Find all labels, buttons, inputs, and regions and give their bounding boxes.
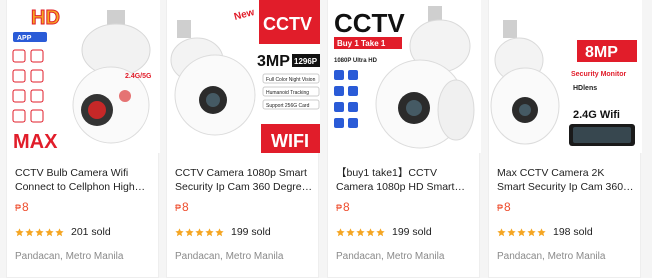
sold-count: 199 sold [231,226,271,238]
product-title[interactable]: Max CCTV Camera 2K Smart Security Ip Cam… [497,166,635,194]
shop-location: Pandacan, Metro Manila [497,251,606,262]
product-title[interactable]: CCTV Bulb Camera Wifi Connect to Cellpho… [15,166,153,194]
star-rating [15,227,65,237]
sold-count: 198 sold [553,226,593,238]
rating-row: 199 sold [336,226,432,238]
product-title[interactable]: CCTV Camera 1080p Smart Security Ip Cam … [175,166,313,194]
svg-text:Buy 1 Take 1: Buy 1 Take 1 [337,39,386,48]
star-icon [195,227,204,237]
star-rating [336,227,386,237]
star-icon [527,227,536,237]
svg-text:Humanoid Tracking: Humanoid Tracking [266,90,309,96]
svg-text:1080P Ultra HD: 1080P Ultra HD [334,58,378,64]
star-icon [175,227,184,237]
star-icon [346,227,355,237]
svg-text:Security Monitor: Security Monitor [571,71,627,78]
svg-text:CCTV: CCTV [263,14,312,34]
product-image[interactable]: CCTV Buy 1 Take 1 1080P Ultra HD [328,0,481,153]
star-rating [175,227,225,237]
star-icon [55,227,64,237]
shop-location: Pandacan, Metro Manila [15,251,124,262]
star-icon [507,227,516,237]
svg-text:2.4G/5G: 2.4G/5G [125,73,152,80]
rating-row: 198 sold [497,226,593,238]
svg-text:1296P: 1296P [294,57,318,66]
star-icon [215,227,224,237]
star-icon [205,227,214,237]
svg-text:APP: APP [17,35,32,42]
shop-location: Pandacan, Metro Manila [336,251,445,262]
rating-row: 201 sold [15,226,111,238]
hd-badge: HD [31,7,60,29]
product-card[interactable]: 8MP Security Monitor HDlens 2.4G Wifi Ma… [488,0,642,278]
product-image[interactable]: HD APP 2.4G/5G MAX [7,0,160,153]
star-icon [15,227,24,237]
svg-text:3MP: 3MP [257,53,290,70]
svg-text:Support 256G Card: Support 256G Card [266,103,310,109]
star-icon [517,227,526,237]
star-icon [185,227,194,237]
star-icon [497,227,506,237]
product-image[interactable]: CCTV New 3MP 1296P Full Color Night Visi… [167,0,320,153]
rating-row: 199 sold [175,226,271,238]
svg-text:HDlens: HDlens [573,85,597,92]
star-icon [376,227,385,237]
product-price: ₱ 8 [336,200,350,214]
product-price: ₱ 8 [15,200,29,214]
sold-count: 201 sold [71,226,111,238]
product-card[interactable]: HD APP 2.4G/5G MAX CCTV Bulb Camera Wifi… [6,0,160,278]
svg-text:CCTV: CCTV [334,8,405,38]
star-icon [25,227,34,237]
shop-location: Pandacan, Metro Manila [175,251,284,262]
product-card[interactable]: CCTV Buy 1 Take 1 1080P Ultra HD 【buy1 t… [327,0,481,278]
star-icon [336,227,345,237]
star-icon [35,227,44,237]
svg-text:Full Color Night Vision: Full Color Night Vision [266,77,316,83]
svg-text:8MP: 8MP [585,44,618,61]
sold-count: 199 sold [392,226,432,238]
product-title[interactable]: 【buy1 take1】CCTV Camera 1080p HD Smart S… [336,166,474,194]
svg-text:WIFI: WIFI [271,131,309,151]
star-icon [537,227,546,237]
max-label: MAX [13,131,58,153]
product-price: ₱ 8 [497,200,511,214]
product-price: ₱ 8 [175,200,189,214]
product-image[interactable]: 8MP Security Monitor HDlens 2.4G Wifi [489,0,642,153]
star-rating [497,227,547,237]
svg-text:2.4G Wifi: 2.4G Wifi [573,109,620,121]
star-icon [366,227,375,237]
star-icon [45,227,54,237]
product-card[interactable]: CCTV New 3MP 1296P Full Color Night Visi… [166,0,320,278]
star-icon [356,227,365,237]
